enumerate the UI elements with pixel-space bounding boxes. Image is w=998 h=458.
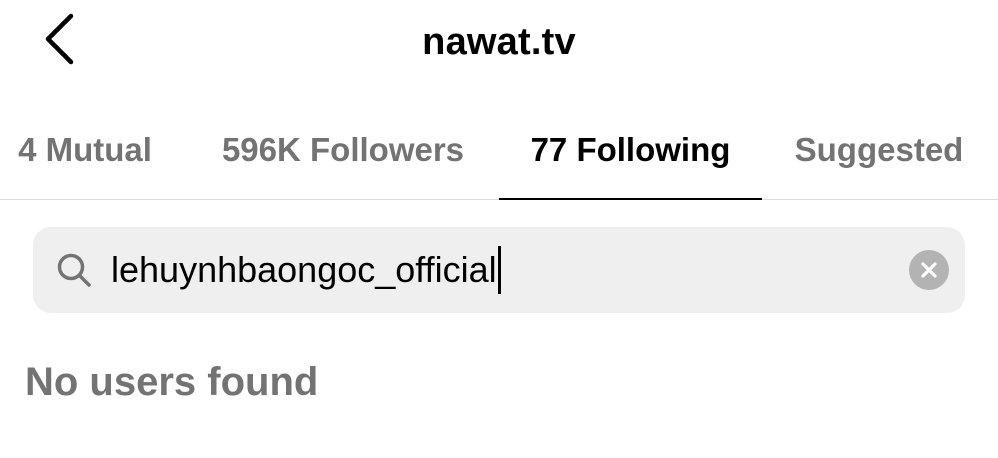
following-screen: nawat.tv 4 Mutual 596K Followers 77 Foll… [0, 0, 998, 458]
tab-bar: 4 Mutual 596K Followers 77 Following Sug… [0, 100, 998, 200]
tab-mutual-label: 4 Mutual [18, 130, 152, 168]
search-icon [57, 253, 91, 287]
search-input[interactable]: lehuynhbaongoc_official [111, 227, 501, 313]
page-title: nawat.tv [422, 21, 576, 63]
clear-icon [921, 262, 937, 278]
search-bar[interactable]: lehuynhbaongoc_official [33, 227, 965, 313]
clear-search-button[interactable] [909, 250, 949, 290]
tab-mutual[interactable]: 4 Mutual [0, 100, 170, 199]
active-tab-indicator [499, 198, 762, 200]
empty-results-message: No users found [25, 360, 319, 404]
tab-followers[interactable]: 596K Followers [200, 100, 486, 199]
tab-suggested-label: Suggested [794, 130, 964, 168]
tab-followers-label: 596K Followers [221, 130, 465, 168]
tab-following[interactable]: 77 Following [499, 100, 762, 200]
tab-following-label: 77 Following [530, 130, 731, 168]
search-input-value: lehuynhbaongoc_official [111, 249, 497, 290]
header: nawat.tv [0, 0, 998, 86]
tab-suggested[interactable]: Suggested [780, 100, 978, 199]
text-cursor [497, 246, 501, 294]
